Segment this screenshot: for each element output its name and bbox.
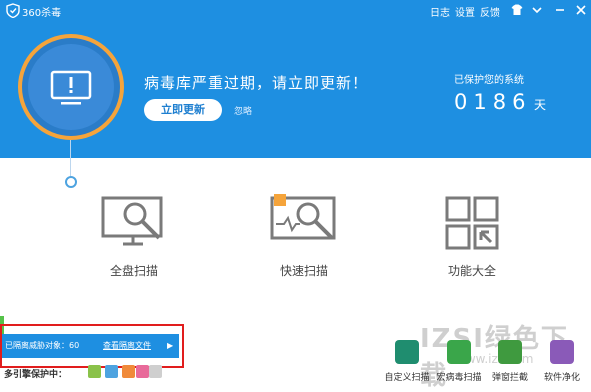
settings-link[interactable]: 设置 (455, 4, 475, 19)
popup-block-label: 弹窗拦截 (491, 373, 528, 383)
software-clean-label: 软件净化 (543, 373, 580, 383)
title-bar: 360杀毒 日志 设置 反馈 (0, 0, 591, 22)
timeline-dot[interactable] (65, 176, 77, 188)
popup-block-tool[interactable]: 弹窗拦截 (486, 340, 534, 383)
minimize-icon[interactable] (553, 3, 567, 17)
macro-scan-icon (447, 340, 471, 364)
engine-bitdefender-icon[interactable] (149, 365, 162, 378)
ignore-link[interactable]: 忽略 (234, 104, 252, 117)
all-features-label: 功能大全 (447, 264, 496, 278)
full-scan-button[interactable]: 全盘扫描 (89, 194, 179, 279)
custom-scan-label: 自定义扫描 (384, 373, 430, 383)
grid-tools-icon (445, 196, 499, 250)
engine-avira-icon[interactable] (136, 365, 149, 378)
hero-panel: 360杀毒 日志 设置 反馈 病毒库严重过期，请立即更新！ 立即更新 忽略 已保… (0, 0, 591, 158)
close-icon[interactable] (574, 3, 588, 17)
days-unit: 天 (534, 98, 547, 112)
quick-scan-button[interactable]: 快速扫描 (259, 194, 349, 279)
monitor-search-icon (101, 196, 163, 246)
macro-scan-tool[interactable]: 宏病毒扫描 (435, 340, 483, 383)
app-title: 360杀毒 (22, 8, 62, 19)
quick-scan-label: 快速扫描 (279, 264, 328, 278)
software-clean-icon (550, 340, 574, 364)
shield-logo-icon (6, 3, 20, 18)
menu-dropdown-icon[interactable] (530, 3, 544, 17)
software-clean-tool[interactable]: 软件净化 (538, 340, 586, 383)
highlight-box (0, 324, 184, 368)
popup-block-icon (498, 340, 522, 364)
log-link[interactable]: 日志 (430, 4, 450, 19)
custom-scan-tool[interactable]: 自定义扫描 (383, 340, 431, 383)
update-now-button[interactable]: 立即更新 (144, 99, 222, 121)
warning-monitor-icon (50, 70, 92, 105)
alert-message: 病毒库严重过期，请立即更新！ (144, 74, 369, 92)
engines-label: 多引擎保护中： (4, 370, 68, 380)
engine-repair-icon[interactable] (122, 365, 135, 378)
quick-scan-icon (270, 194, 336, 240)
custom-scan-icon (395, 340, 419, 364)
shirt-skin-icon[interactable] (510, 3, 524, 17)
macro-scan-label: 宏病毒扫描 (436, 373, 482, 383)
protected-days-label: 已保护您的系统 (454, 75, 524, 86)
protected-days-count: 0186 (454, 90, 532, 114)
engine-cloud-icon[interactable] (88, 365, 101, 378)
all-features-button[interactable]: 功能大全 (427, 194, 517, 279)
full-scan-label: 全盘扫描 (109, 264, 158, 278)
engine-qvm-icon[interactable] (105, 365, 118, 378)
feedback-link[interactable]: 反馈 (480, 4, 500, 19)
timeline-line (70, 140, 71, 176)
